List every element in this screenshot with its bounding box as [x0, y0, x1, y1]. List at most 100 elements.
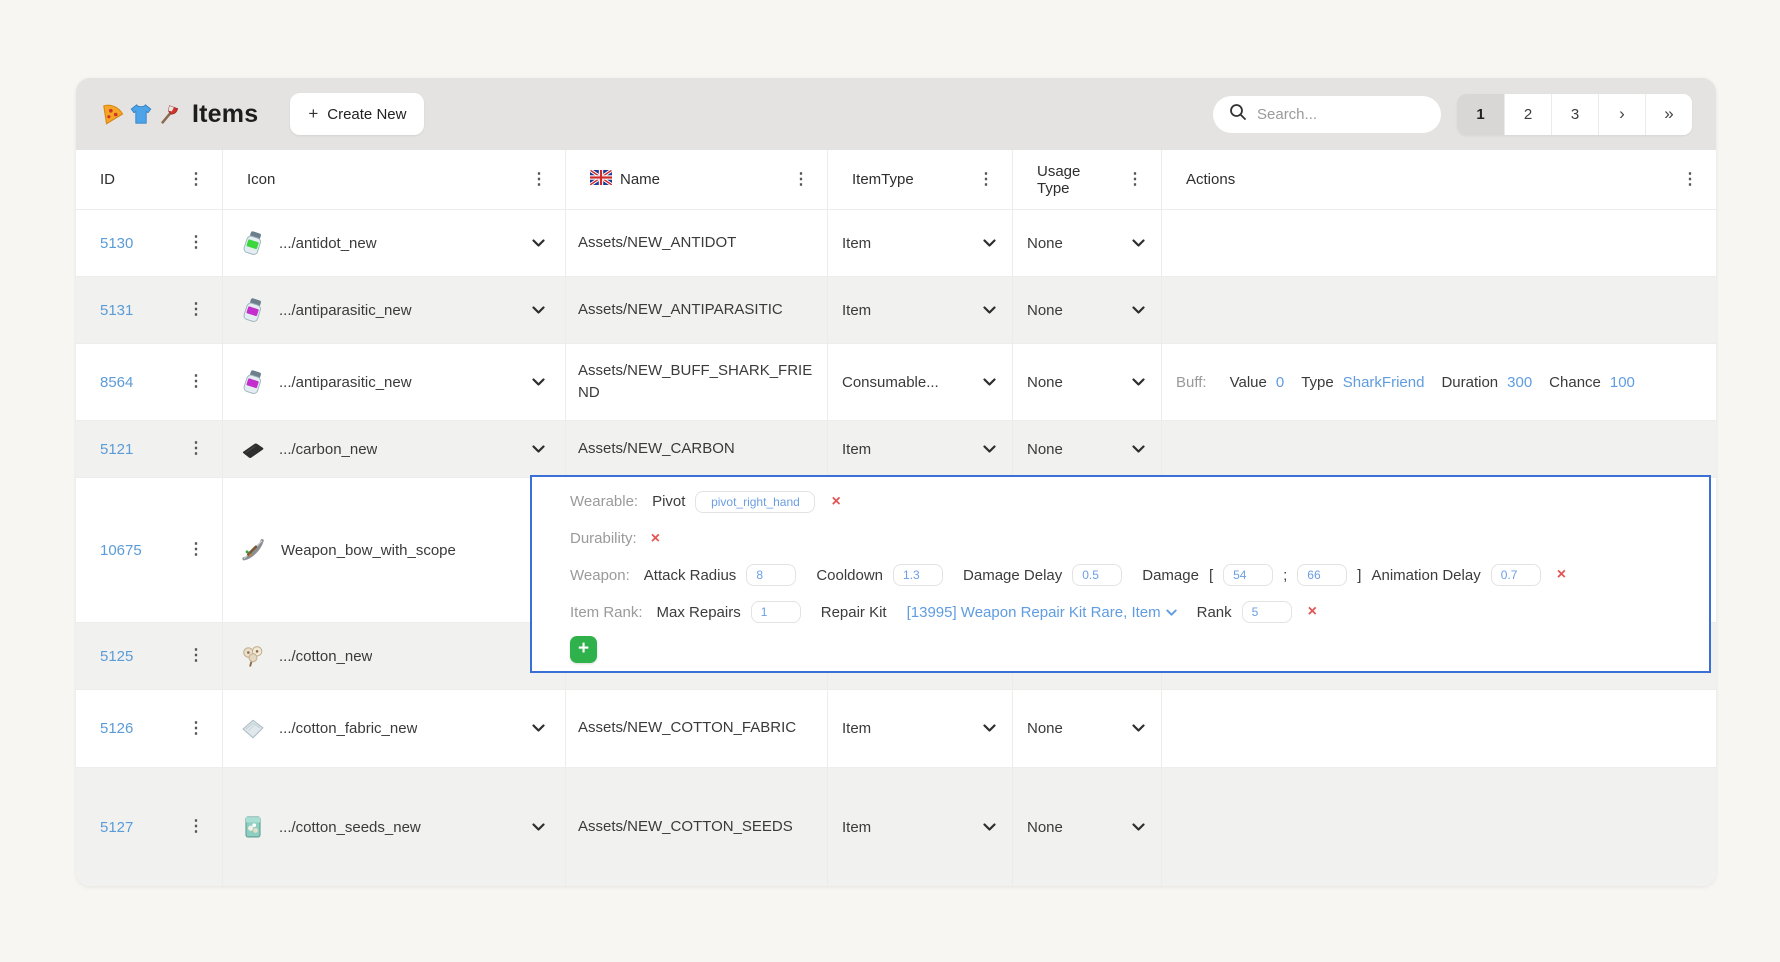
buff-label: Buff:: [1176, 374, 1207, 391]
row-menu-icon[interactable]: ⋮: [184, 300, 208, 320]
actions-cell: Buff: Value 0 Type SharkFriend Duration …: [1162, 344, 1716, 420]
chevron-down-icon[interactable]: [1132, 378, 1145, 387]
max-repairs-input[interactable]: 1: [751, 601, 801, 623]
chevron-down-icon[interactable]: [1132, 445, 1145, 454]
row-menu-icon[interactable]: ⋮: [184, 439, 208, 459]
chevron-down-icon[interactable]: [532, 823, 545, 832]
row-menu-icon[interactable]: ⋮: [184, 646, 208, 666]
pivot-input[interactable]: pivot_right_hand: [695, 491, 815, 513]
actions-cell: [1162, 768, 1716, 886]
column-header-itemtype: ItemType ⋮: [828, 150, 1013, 209]
weapon-row: Weapon: Attack Radius 8 Cooldown 1.3 Dam…: [570, 564, 1689, 588]
actions-cell: [1162, 210, 1716, 276]
item-id-link[interactable]: 5126: [100, 720, 133, 737]
item-id-link[interactable]: 5121: [100, 441, 133, 458]
column-menu-icon[interactable]: ⋮: [789, 170, 813, 190]
chevron-down-icon[interactable]: [532, 239, 545, 248]
chevron-down-icon[interactable]: [532, 724, 545, 733]
item-name: Assets/NEW_COTTON_SEEDS: [578, 816, 793, 839]
potion-icon: [239, 296, 267, 324]
create-new-button[interactable]: + Create New: [290, 93, 424, 135]
durability-row: Durability: ×: [570, 527, 1689, 551]
column-menu-icon[interactable]: ⋮: [974, 170, 998, 190]
add-property-button[interactable]: +: [570, 636, 597, 663]
item-id-link[interactable]: 10675: [100, 542, 142, 559]
last-page-button[interactable]: »: [1645, 94, 1692, 135]
usage-type-value: None: [1027, 441, 1063, 458]
table-row: 5130⋮ .../antidot_new Assets/NEW_ANTIDOT…: [76, 210, 1716, 277]
row-menu-icon[interactable]: ⋮: [184, 233, 208, 253]
row-menu-icon[interactable]: ⋮: [184, 817, 208, 837]
item-id-link[interactable]: 5125: [100, 648, 133, 665]
repair-kit-link[interactable]: [13995] Weapon Repair Kit Rare, Item: [907, 604, 1177, 621]
wearable-row: Wearable: Pivot pivot_right_hand ×: [570, 490, 1689, 514]
usage-type-value: None: [1027, 302, 1063, 319]
cotton-icon: [239, 642, 267, 670]
column-header-id: ID ⋮: [76, 150, 223, 209]
attack-radius-input[interactable]: 8: [746, 564, 796, 586]
column-menu-icon[interactable]: ⋮: [1678, 170, 1702, 190]
search-icon: [1229, 103, 1247, 126]
potion-icon: [239, 368, 267, 396]
remove-item-rank-button[interactable]: ×: [1308, 604, 1317, 620]
column-header-actions: Actions ⋮: [1162, 150, 1716, 209]
chevron-down-icon[interactable]: [983, 239, 996, 248]
chevron-down-icon: [1166, 604, 1177, 621]
item-type-value: Item: [842, 302, 871, 319]
next-page-button[interactable]: ›: [1598, 94, 1645, 135]
chevron-down-icon[interactable]: [1132, 239, 1145, 248]
animation-delay-input[interactable]: 0.7: [1491, 564, 1541, 586]
remove-durability-button[interactable]: ×: [651, 531, 660, 547]
buff-summary[interactable]: Buff: Value 0 Type SharkFriend Duration …: [1176, 374, 1635, 391]
item-id-link[interactable]: 5130: [100, 235, 133, 252]
row-menu-icon[interactable]: ⋮: [184, 540, 208, 560]
column-menu-icon[interactable]: ⋮: [1123, 170, 1147, 190]
item-id-link[interactable]: 5127: [100, 819, 133, 836]
item-name: Assets/NEW_ANTIDOT: [578, 232, 736, 255]
icon-path: .../cotton_new: [279, 648, 372, 665]
damage-max-input[interactable]: 66: [1297, 564, 1347, 586]
column-header-icon: Icon ⋮: [223, 150, 566, 209]
plus-icon: +: [308, 104, 318, 124]
item-id-link[interactable]: 8564: [100, 374, 133, 391]
item-type-value: Consumable...: [842, 374, 939, 391]
page-button-2[interactable]: 2: [1504, 94, 1551, 135]
damage-min-input[interactable]: 54: [1223, 564, 1273, 586]
chevron-down-icon[interactable]: [1132, 306, 1145, 315]
chevron-down-icon[interactable]: [532, 306, 545, 315]
item-rank-label: Item Rank:: [570, 604, 643, 621]
icon-path: .../cotton_seeds_new: [279, 819, 421, 836]
chevron-down-icon[interactable]: [983, 378, 996, 387]
chevron-down-icon[interactable]: [983, 724, 996, 733]
chevron-down-icon[interactable]: [532, 378, 545, 387]
search-input[interactable]: [1257, 106, 1407, 123]
remove-wearable-button[interactable]: ×: [831, 494, 840, 510]
chevron-down-icon[interactable]: [1132, 823, 1145, 832]
rank-input[interactable]: 5: [1242, 601, 1292, 623]
column-menu-icon[interactable]: ⋮: [184, 170, 208, 190]
chevron-down-icon[interactable]: [532, 445, 545, 454]
damage-delay-input[interactable]: 0.5: [1072, 564, 1122, 586]
chevron-down-icon[interactable]: [983, 445, 996, 454]
icon-path: .../antiparasitic_new: [279, 374, 412, 391]
chevron-down-icon[interactable]: [983, 823, 996, 832]
page-button-1[interactable]: 1: [1457, 94, 1504, 135]
durability-label: Durability:: [570, 530, 637, 547]
page-button-3[interactable]: 3: [1551, 94, 1598, 135]
wearable-label: Wearable:: [570, 493, 638, 510]
remove-weapon-button[interactable]: ×: [1557, 567, 1566, 583]
column-menu-icon[interactable]: ⋮: [527, 170, 551, 190]
item-editor-popup: Wearable: Pivot pivot_right_hand × Durab…: [530, 475, 1711, 673]
chevron-down-icon[interactable]: [1132, 724, 1145, 733]
item-id-link[interactable]: 5131: [100, 302, 133, 319]
item-name: Assets/NEW_CARBON: [578, 438, 735, 461]
chevron-down-icon[interactable]: [983, 306, 996, 315]
buff-type: SharkFriend: [1343, 374, 1425, 391]
row-menu-icon[interactable]: ⋮: [184, 719, 208, 739]
cooldown-input[interactable]: 1.3: [893, 564, 943, 586]
actions-cell: [1162, 690, 1716, 767]
icon-path: .../carbon_new: [279, 441, 377, 458]
row-menu-icon[interactable]: ⋮: [184, 372, 208, 392]
search-box[interactable]: [1213, 96, 1441, 133]
icon-path: .../cotton_fabric_new: [279, 720, 417, 737]
